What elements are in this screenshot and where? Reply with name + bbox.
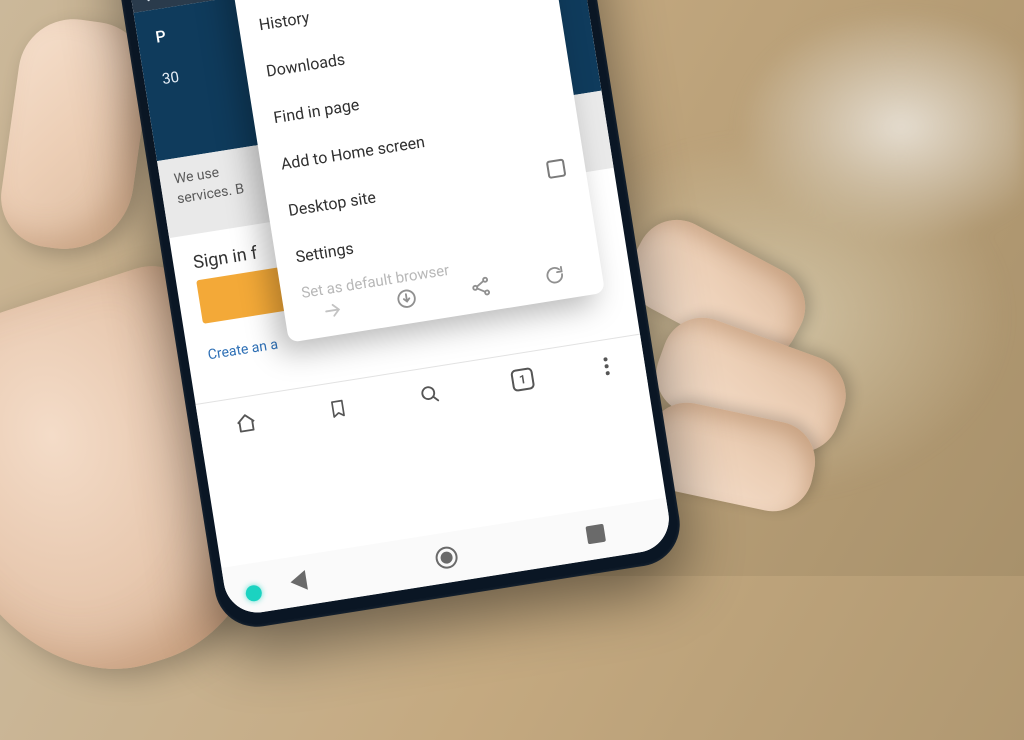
nav-back-button[interactable]: [289, 570, 308, 592]
download-icon[interactable]: [394, 286, 419, 311]
search-icon[interactable]: [417, 381, 442, 406]
nav-home-button[interactable]: [434, 545, 459, 570]
nav-recents-button[interactable]: [586, 524, 607, 545]
signin-text: Sign in f: [192, 243, 259, 274]
reload-icon[interactable]: [542, 263, 567, 288]
forward-icon[interactable]: [319, 298, 344, 323]
location-pin-icon: [140, 0, 156, 3]
tab-switcher-button[interactable]: 1: [510, 366, 535, 391]
assistant-indicator-icon: [245, 584, 263, 602]
android-nav-bar: [221, 498, 673, 618]
desktop-site-checkbox[interactable]: [546, 158, 567, 179]
menu-label: History: [257, 8, 310, 35]
share-icon[interactable]: [468, 274, 493, 299]
create-account-link[interactable]: Create an a: [207, 337, 279, 364]
menu-label: Downloads: [265, 50, 346, 81]
menu-label: Settings: [294, 239, 355, 267]
menu-label: Find in page: [272, 95, 360, 127]
tab-count: 1: [518, 372, 527, 387]
overflow-menu-button[interactable]: [603, 357, 610, 375]
bookmark-icon[interactable]: [326, 396, 349, 421]
home-icon[interactable]: [233, 410, 258, 435]
menu-label: Desktop site: [287, 187, 377, 220]
